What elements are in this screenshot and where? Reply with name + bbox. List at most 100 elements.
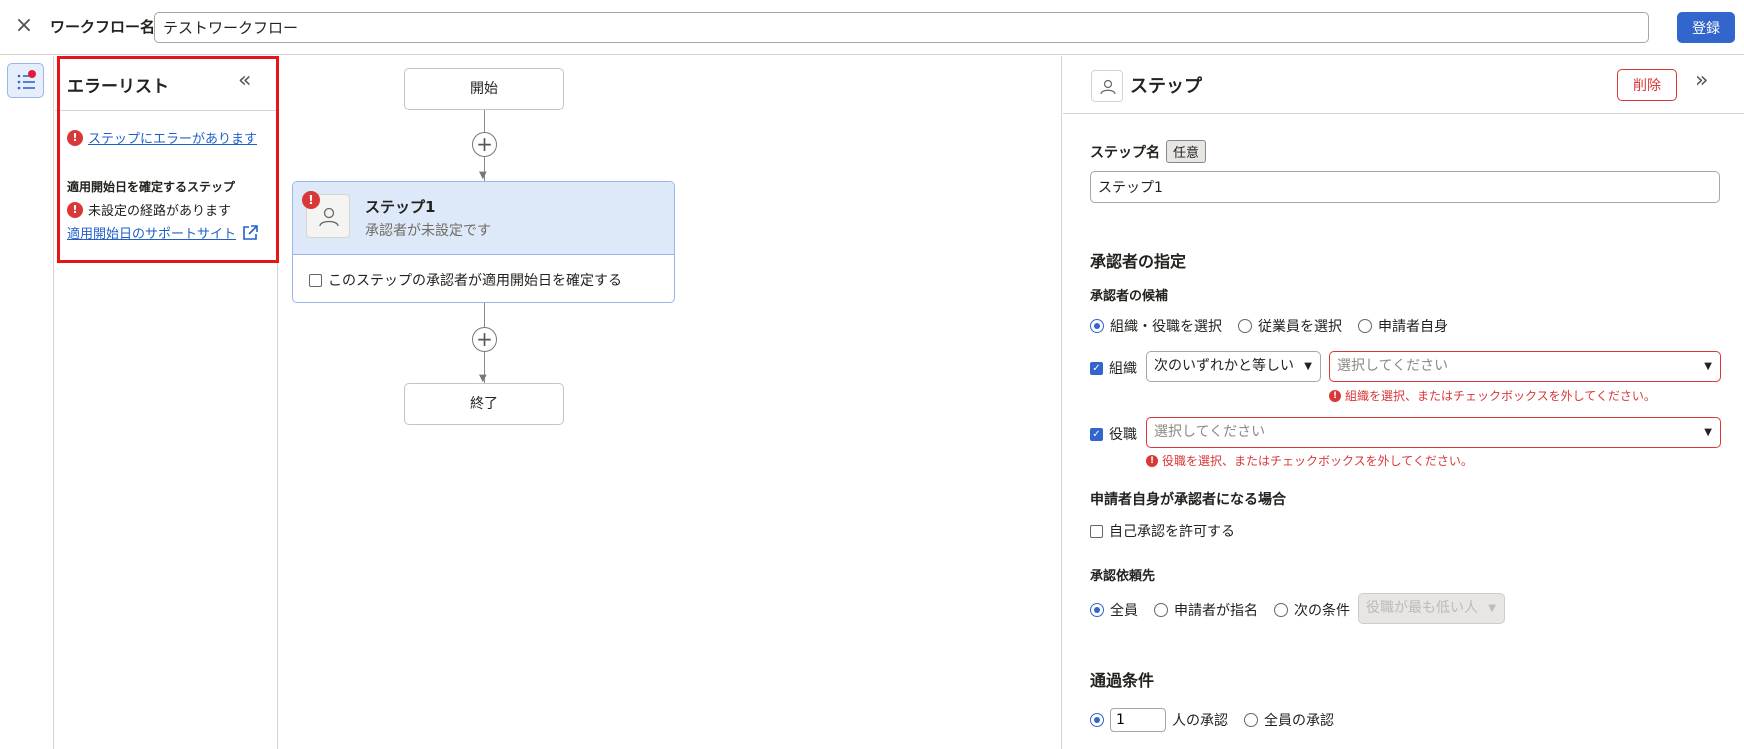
error-icon: ! — [1146, 454, 1158, 467]
org-checkbox[interactable]: ✓ — [1090, 361, 1103, 375]
radio-all[interactable]: 全員 — [1090, 600, 1138, 620]
add-step-button[interactable]: + — [472, 327, 497, 352]
radio[interactable] — [1090, 713, 1104, 727]
step-name-label: ステップ名 — [1090, 145, 1160, 161]
register-button[interactable]: 登録 — [1677, 12, 1735, 43]
end-node[interactable]: 終了 — [404, 383, 564, 425]
divider — [55, 110, 277, 111]
close-icon[interactable]: × — [12, 14, 36, 38]
section-title: 適用開始日を確定するステップ — [67, 180, 236, 194]
request-condition-select: 役職が最も低い人 ▼ — [1358, 593, 1505, 624]
list-icon — [17, 74, 35, 90]
flow-canvas: 開始 + ▼ ! ステップ1 承認者が未設定です このステップの承認者が適用開始… — [279, 56, 1062, 749]
error-item-step: ! ステップにエラーがあります — [67, 128, 257, 147]
approval-count-input[interactable] — [1110, 708, 1166, 732]
error-icon: ! — [1329, 389, 1341, 402]
org-error-message: ! 組織を選択、またはチェックボックスを外してください。 — [1329, 387, 1656, 404]
radio-label: 組織・役職を選択 — [1110, 319, 1222, 335]
role-error-message: ! 役職を選択、またはチェックボックスを外してください。 — [1146, 452, 1473, 469]
step-name: ステップ1 — [365, 198, 436, 216]
step-name-label-row: ステップ名 任意 — [1090, 140, 1207, 163]
approver-heading: 承認者の指定 — [1090, 252, 1187, 271]
caret-down-icon: ▼ — [1704, 427, 1712, 438]
error-item-route: ! 未設定の経路があります — [67, 200, 231, 219]
select-value: 役職が最も低い人 — [1366, 600, 1478, 616]
expand-icon[interactable]: » — [1695, 68, 1708, 93]
radio-employee[interactable]: 従業員を選択 — [1238, 316, 1342, 336]
radio[interactable] — [1358, 319, 1372, 333]
error-icon: ! — [302, 191, 320, 209]
workflow-name-label: ワークフロー名 — [50, 18, 156, 36]
radio[interactable] — [1090, 319, 1104, 333]
step-detail-panel: ステップ 削除 » ステップ名任意 承認者の指定 承認者の候補 組織・役職を選択… — [1063, 56, 1744, 749]
radio[interactable] — [1238, 319, 1252, 333]
radio-org-role[interactable]: 組織・役職を選択 — [1090, 316, 1222, 336]
org-label: 組織 — [1109, 361, 1137, 377]
external-link-icon[interactable] — [241, 224, 259, 242]
delete-button[interactable]: 削除 — [1617, 69, 1677, 101]
top-bar: × ワークフロー名 登録 — [0, 0, 1744, 55]
radio[interactable] — [1154, 603, 1168, 617]
candidate-label: 承認者の候補 — [1090, 289, 1169, 304]
collapse-icon[interactable]: « — [238, 68, 251, 93]
optional-badge: 任意 — [1166, 140, 1207, 163]
request-label: 承認依頼先 — [1090, 569, 1156, 584]
error-text: 組織を選択、またはチェックボックスを外してください。 — [1345, 389, 1656, 403]
radio[interactable] — [1274, 603, 1288, 617]
radio[interactable] — [1090, 603, 1104, 617]
step-name-input[interactable] — [1090, 171, 1720, 203]
candidate-radio-group: 組織・役職を選択 従業員を選択 申請者自身 — [1090, 316, 1464, 336]
radio[interactable] — [1244, 713, 1258, 727]
step-date-checkbox-row[interactable]: このステップの承認者が適用開始日を確定する — [309, 270, 622, 290]
request-radio-group: 全員 申請者が指名 次の条件 — [1090, 600, 1358, 620]
support-link-row: 適用開始日のサポートサイト — [67, 223, 259, 242]
radio-count[interactable]: 人の承認 — [1090, 708, 1228, 732]
user-icon — [1100, 79, 1116, 95]
role-select[interactable]: 選択してください ▼ — [1146, 417, 1721, 448]
self-approval-row[interactable]: 自己承認を許可する — [1090, 521, 1235, 541]
radio-label: 人の承認 — [1172, 713, 1228, 729]
org-condition-select[interactable]: 次のいずれかと等しい ▼ — [1146, 351, 1321, 382]
select-placeholder: 選択してください — [1337, 358, 1449, 374]
error-icon: ! — [67, 129, 83, 146]
radio-all-approval[interactable]: 全員の承認 — [1244, 710, 1334, 730]
caret-down-icon: ▼ — [1704, 361, 1712, 372]
error-list-toggle-button[interactable] — [7, 63, 44, 98]
arrow-icon: ▼ — [479, 170, 487, 181]
self-approval-heading: 申請者自身が承認者になる場合 — [1090, 492, 1286, 508]
radio-label: 申請者が指名 — [1174, 603, 1258, 619]
pass-condition-group: 人の承認 全員の承認 — [1090, 708, 1350, 732]
select-value: 次のいずれかと等しい — [1154, 358, 1294, 374]
step-card[interactable]: ! ステップ1 承認者が未設定です このステップの承認者が適用開始日を確定する — [292, 181, 675, 303]
step-error-link[interactable]: ステップにエラーがあります — [88, 128, 257, 147]
self-approval-label: 自己承認を許可する — [1109, 524, 1235, 540]
radio-nominated[interactable]: 申請者が指名 — [1154, 600, 1258, 620]
radio-label: 申請者自身 — [1378, 319, 1448, 335]
avatar — [1091, 70, 1123, 102]
left-rail — [0, 56, 54, 749]
route-error-text: 未設定の経路があります — [88, 204, 232, 219]
org-checkbox-row[interactable]: ✓ 組織 — [1090, 358, 1137, 378]
radio-label: 全員 — [1110, 603, 1138, 619]
role-checkbox[interactable]: ✓ — [1090, 427, 1103, 441]
self-approval-checkbox[interactable] — [1090, 524, 1103, 538]
workflow-name-input[interactable] — [154, 12, 1649, 43]
radio-label: 従業員を選択 — [1258, 319, 1342, 335]
step-subtitle: 承認者が未設定です — [365, 223, 491, 239]
org-select[interactable]: 選択してください ▼ — [1329, 351, 1721, 382]
caret-down-icon: ▼ — [1304, 361, 1312, 372]
error-icon: ! — [67, 201, 83, 218]
start-node[interactable]: 開始 — [404, 68, 564, 110]
checkbox-label: このステップの承認者が適用開始日を確定する — [328, 273, 622, 289]
radio-condition[interactable]: 次の条件 — [1274, 600, 1350, 620]
pass-condition-heading: 通過条件 — [1090, 671, 1155, 690]
step-card-header: ! ステップ1 承認者が未設定です — [293, 182, 674, 255]
select-placeholder: 選択してください — [1154, 424, 1266, 440]
panel-header: ステップ 削除 » — [1063, 56, 1744, 114]
radio-self[interactable]: 申請者自身 — [1358, 316, 1448, 336]
checkbox[interactable] — [309, 273, 322, 287]
role-checkbox-row[interactable]: ✓ 役職 — [1090, 424, 1137, 444]
error-list-panel: エラーリスト « ! ステップにエラーがあります 適用開始日を確定するステップ … — [55, 56, 278, 749]
support-site-link[interactable]: 適用開始日のサポートサイト — [67, 223, 236, 242]
add-step-button[interactable]: + — [472, 132, 497, 157]
